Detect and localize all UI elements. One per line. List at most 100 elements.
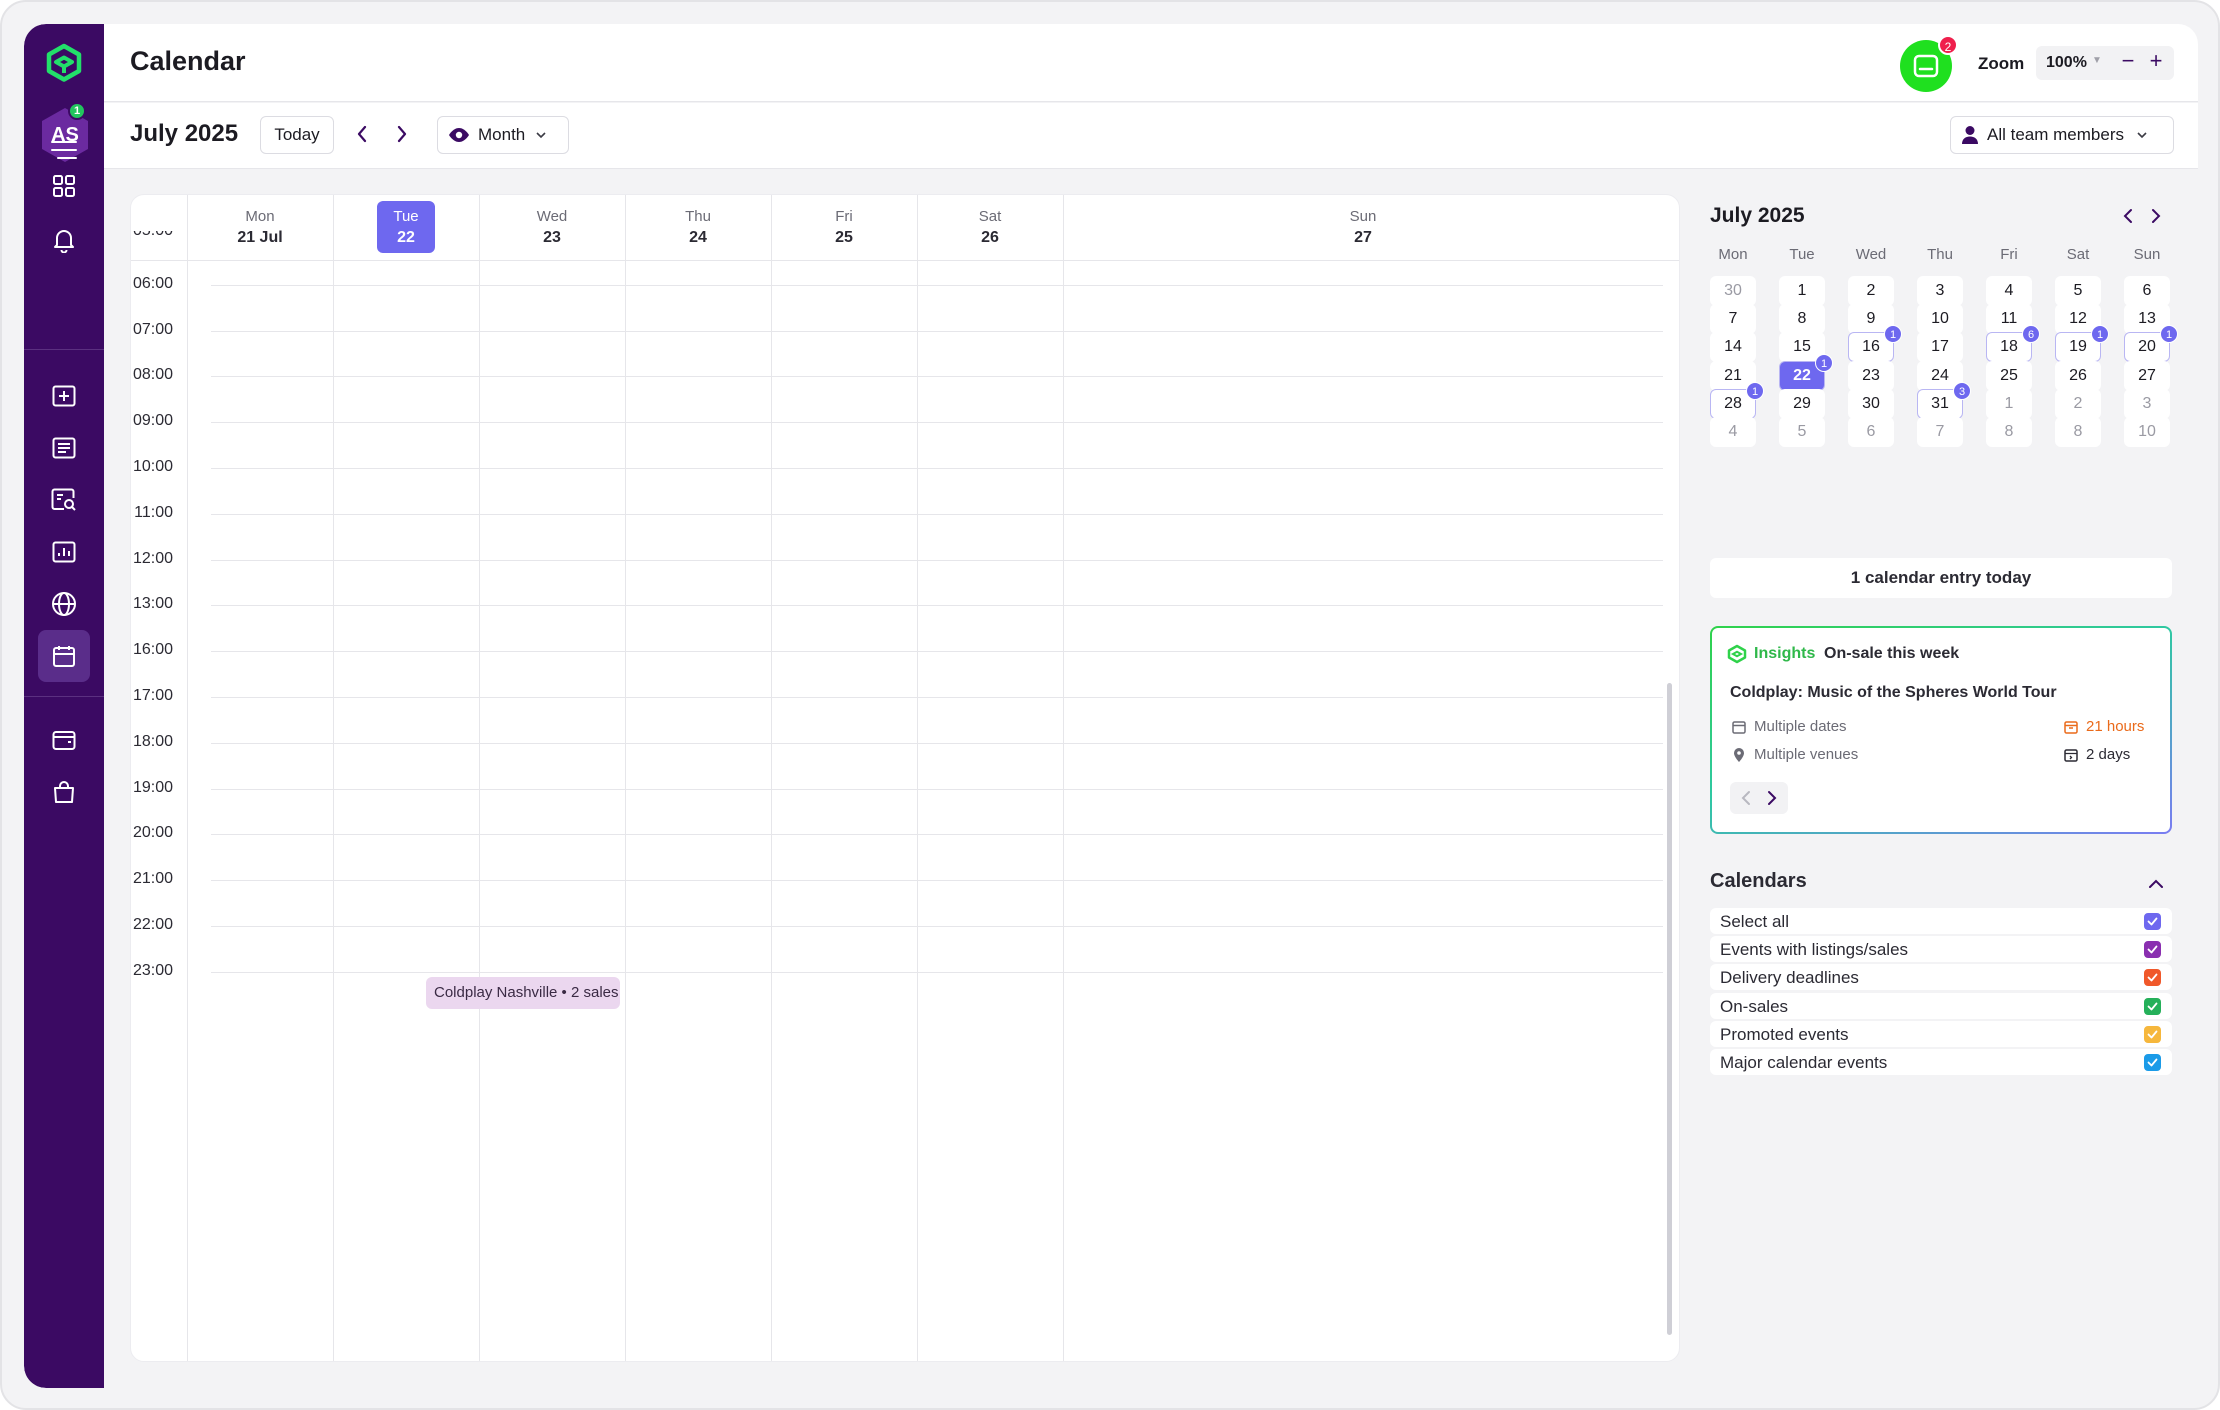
insights-pager <box>1730 782 1788 814</box>
hour-line <box>211 971 1663 973</box>
mini-calendar-day[interactable]: 2 <box>1848 276 1894 306</box>
mini-calendar-day[interactable]: 29 <box>1779 388 1825 419</box>
weekday-label: Wed <box>1855 246 1887 263</box>
mini-calendar-day[interactable]: 4 <box>1986 276 2032 306</box>
mini-calendar-day[interactable]: 25 <box>1986 360 2032 391</box>
today-button[interactable]: Today <box>260 116 334 154</box>
day-column-divider <box>1063 195 1064 1361</box>
hour-line <box>211 926 1663 927</box>
calendar-filter-row[interactable]: On-sales <box>1710 992 2172 1019</box>
calendar-icon[interactable] <box>38 630 90 682</box>
day-name: Thu <box>685 208 711 225</box>
day-header-sat[interactable]: Sat 26 <box>917 195 1063 261</box>
mini-calendar-day[interactable]: 30 <box>1848 388 1894 419</box>
globe-icon[interactable] <box>38 578 90 630</box>
zoom-in-button[interactable]: + <box>2146 48 2166 74</box>
calendar-filter-checkbox[interactable] <box>2144 913 2161 930</box>
insights-prev-button[interactable] <box>1734 786 1758 810</box>
mini-calendar-day[interactable]: 4 <box>1710 417 1756 447</box>
day-column-divider <box>479 195 480 1361</box>
previous-period-button[interactable] <box>348 119 376 149</box>
insights-logo-icon <box>1727 644 1747 664</box>
calendar-filter-row[interactable]: Select all <box>1710 908 2172 934</box>
bell-icon[interactable] <box>38 214 90 266</box>
day-header-mon[interactable]: Mon 21 Jul <box>187 195 333 261</box>
calendar-filter-row[interactable]: Delivery deadlines <box>1710 964 2172 991</box>
hour-line <box>211 605 1663 607</box>
zoom-label: Zoom <box>1978 54 2025 73</box>
mini-calendar-day[interactable]: 3 <box>1917 276 1963 306</box>
insights-next-button[interactable] <box>1760 786 1784 810</box>
time-label: 16:00 <box>132 641 173 659</box>
calendars-collapse-button[interactable] <box>2144 872 2168 896</box>
time-label: 07:00 <box>132 320 173 338</box>
mini-calendar-day[interactable]: 27 <box>2124 360 2170 391</box>
day-header-tue[interactable]: Tue 22 <box>333 195 479 261</box>
mini-calendar-day[interactable]: 7 <box>1917 417 1963 447</box>
next-period-button[interactable] <box>388 119 416 149</box>
mini-calendar-day[interactable]: 30 <box>1710 276 1756 306</box>
page-title: Calendar <box>130 46 246 76</box>
mini-calendar-day[interactable]: 7 <box>1710 304 1756 335</box>
mini-calendar-day[interactable]: 10 <box>1917 304 1963 335</box>
calendar-filter-checkbox[interactable] <box>2144 997 2161 1015</box>
mini-calendar-day[interactable]: 2 <box>2055 388 2101 419</box>
insights-event-title[interactable]: Coldplay: Music of the Spheres World Tou… <box>1730 684 2057 702</box>
mini-calendar-day[interactable]: 5 <box>1779 417 1825 447</box>
mini-calendar-day[interactable]: 23 <box>1848 360 1894 391</box>
mini-calendar-day[interactable]: 5 <box>2055 276 2101 306</box>
mini-calendar-day[interactable]: 6 <box>2124 276 2170 306</box>
mini-calendar-day[interactable]: 8 <box>1779 304 1825 335</box>
zoom-control: 100% ▼ − + <box>2036 46 2174 80</box>
calendar-days-icon <box>2064 748 2078 762</box>
mini-calendar-day[interactable]: 3 <box>2124 388 2170 419</box>
sidebar: AS 1 <box>24 24 104 1388</box>
day-header-thu[interactable]: Thu 24 <box>625 195 771 261</box>
mini-calendar-day[interactable]: 10 <box>2124 417 2170 447</box>
search-document-icon[interactable] <box>38 474 90 526</box>
bag-icon[interactable] <box>38 766 90 818</box>
time-label: 19:00 <box>132 778 173 796</box>
calendar-event[interactable]: Coldplay Nashville • 2 sales <box>426 977 620 1009</box>
day-header-sun[interactable]: Sun 27 <box>1063 195 1663 261</box>
device-frame: AS 1 Calendar 2 Zoom 100% ▼ − + July 202… <box>0 0 2220 1410</box>
mini-calendar-day[interactable]: 26 <box>2055 360 2101 391</box>
view-select[interactable]: Month <box>437 116 569 154</box>
mini-calendar-day[interactable]: 17 <box>1917 332 1963 363</box>
day-header-wed[interactable]: Wed 23 <box>479 195 625 261</box>
hour-line <box>211 422 1663 424</box>
calendar-filter-row[interactable]: Promoted events <box>1710 1020 2172 1047</box>
mini-calendar-day[interactable]: 1 <box>1779 276 1825 306</box>
logo-icon[interactable] <box>40 40 88 88</box>
mini-calendar-day[interactable]: 8 <box>2055 417 2101 447</box>
mini-calendar-day[interactable]: 8 <box>1986 417 2032 447</box>
chevron-down-icon: ▼ <box>2092 55 2102 66</box>
hour-line <box>211 559 1663 561</box>
day-column-divider <box>917 195 918 1361</box>
mini-calendar-day[interactable]: 6 <box>1848 417 1894 447</box>
week-scrollbar[interactable] <box>1667 683 1672 1335</box>
team-filter-select[interactable]: All team members <box>1950 116 2174 154</box>
chart-icon[interactable] <box>38 526 90 578</box>
zoom-out-button[interactable]: − <box>2118 48 2138 74</box>
time-label: 11:00 <box>134 503 173 521</box>
wallet-icon[interactable] <box>38 714 90 766</box>
day-name: Sat <box>978 208 1002 225</box>
dashboard-icon[interactable] <box>38 160 90 212</box>
calendar-filter-checkbox[interactable] <box>2144 1025 2161 1043</box>
mini-calendar-next-button[interactable] <box>2144 204 2168 228</box>
list-icon[interactable] <box>38 422 90 474</box>
calendar-filter-row[interactable]: Events with listings/sales <box>1710 936 2172 963</box>
add-box-icon[interactable] <box>38 370 90 422</box>
day-header-fri[interactable]: Fri 25 <box>771 195 917 261</box>
mini-calendar-day[interactable]: 14 <box>1710 332 1756 363</box>
checkmark-icon <box>2147 1058 2158 1067</box>
zoom-select[interactable]: 100% <box>2046 54 2087 72</box>
mini-calendar-day[interactable]: 1 <box>1986 388 2032 419</box>
calendar-filter-checkbox[interactable] <box>2144 969 2161 987</box>
calendar-filter-checkbox[interactable] <box>2144 941 2161 959</box>
calendar-filter-checkbox[interactable] <box>2144 1054 2161 1071</box>
day-date: 23 <box>543 229 561 246</box>
mini-calendar-prev-button[interactable] <box>2116 204 2140 228</box>
calendar-filter-row[interactable]: Major calendar events <box>1710 1049 2172 1075</box>
